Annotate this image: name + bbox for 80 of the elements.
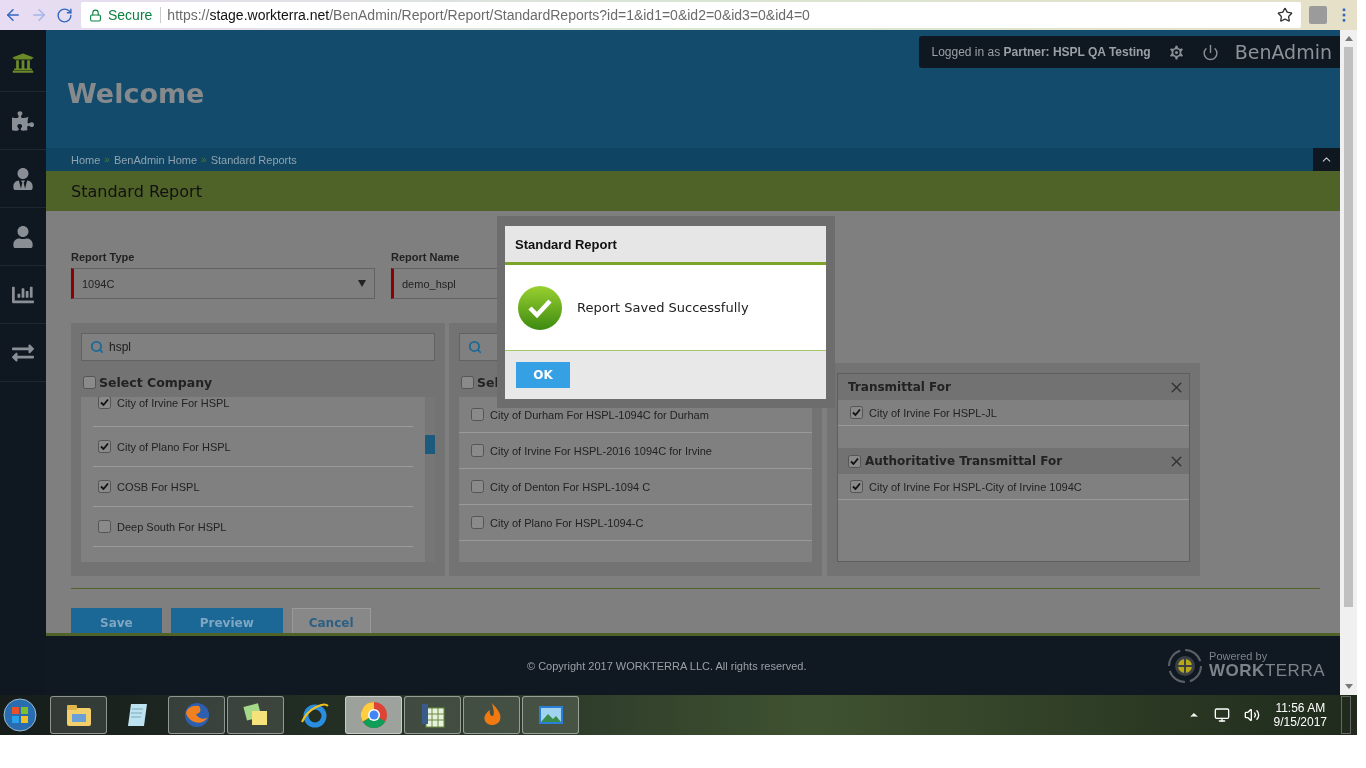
plan-name: City of Plano For HSPL-1094-C [490, 516, 644, 529]
checkbox[interactable] [471, 480, 484, 493]
success-check-icon [517, 284, 563, 331]
reload-button[interactable] [56, 6, 73, 24]
home-icon [12, 51, 34, 74]
company-name: COSB For HSPL [117, 480, 200, 493]
back-button[interactable] [4, 6, 22, 24]
ok-button[interactable]: OK [516, 362, 570, 388]
taskbar-button[interactable] [404, 696, 461, 734]
breadcrumb-separator: » [104, 154, 110, 165]
checkbox[interactable] [83, 375, 96, 389]
clock-time: 11:56 AM [1275, 701, 1326, 715]
welcome-title: Welcome [67, 77, 205, 109]
speaker-icon[interactable] [1243, 707, 1260, 723]
checkbox[interactable] [461, 375, 474, 389]
report-type-select[interactable]: 1094C [71, 268, 375, 299]
start-button[interactable] [2, 697, 38, 733]
dialog-title: Standard Report [505, 226, 826, 265]
security-label: Secure [108, 7, 162, 23]
lock-icon [89, 8, 102, 22]
field-label: Report Type [71, 251, 136, 263]
checkbox[interactable] [98, 440, 111, 453]
page-title: Standard Report [46, 171, 1340, 211]
section-title: Transmittal For [848, 380, 952, 394]
search-icon [90, 340, 104, 354]
page-scrollbar[interactable] [1340, 30, 1357, 695]
copyright-text: © Copyright 2017 WORKTERRA LLC. All rights reserved. [527, 659, 807, 672]
taskbar-button[interactable] [50, 696, 107, 734]
taskbar-button[interactable] [227, 696, 284, 734]
checkbox[interactable] [471, 444, 484, 457]
search-icon [468, 340, 482, 354]
bookmark-star-icon[interactable] [1277, 7, 1293, 23]
company-name: City of Irvine For HSPL [117, 397, 230, 409]
caret-icon [358, 280, 366, 287]
field-label: Report Name [391, 251, 461, 263]
url-text: https://stage.workterra.net/BenAdmin/Report/Report/StandardReports?id=1&id1=0&id2=0&id3=0&id4=0 [167, 7, 811, 23]
puzzle-icon [12, 109, 34, 132]
panel-heading: Select Company [99, 374, 213, 390]
breadcrumb-link[interactable]: Home [71, 153, 101, 166]
checkbox[interactable] [471, 516, 484, 529]
plan-name: City of Denton For HSPL-1094 C [490, 480, 651, 493]
address-bar[interactable]: Secure https://stage.workterra.net/BenAdmin/Report/Report/StandardReports?id=1&id1=0&id2=0&id3=0&id4=0 [81, 2, 1301, 28]
action-button[interactable]: Preview [170, 608, 283, 633]
checkbox[interactable] [471, 408, 484, 421]
action-button[interactable]: Save [71, 608, 162, 633]
network-icon[interactable] [1213, 707, 1230, 723]
show-desktop-button[interactable] [1341, 696, 1351, 734]
checkbox[interactable] [98, 520, 111, 533]
breadcrumb-link[interactable]: Standard Reports [210, 153, 297, 166]
checkbox[interactable] [98, 480, 111, 493]
wheel-icon [358, 700, 389, 730]
app-name: BenAdmin [1234, 41, 1332, 63]
scroll-down-icon[interactable] [1344, 684, 1353, 689]
collapse-button[interactable] [1313, 148, 1340, 171]
checkbox[interactable] [850, 480, 863, 493]
search-field[interactable]: hspl [81, 333, 435, 361]
target-logo-icon [1167, 647, 1204, 684]
dialog-message: Report Saved Successfully [577, 300, 749, 315]
company-name: City of Plano For HSPL [117, 440, 231, 453]
checkbox[interactable] [850, 406, 863, 419]
logged-in-text: Logged in as Partner: HSPL QA Testing [931, 45, 1151, 59]
checkbox[interactable] [848, 454, 861, 468]
transmittal-item: City of Irvine For HSPL-City of Irvine 1094C [869, 480, 1082, 493]
transmittal-item: City of Irvine For HSPL-JL [869, 406, 997, 419]
user-icon [12, 225, 34, 248]
power-icon[interactable] [1201, 43, 1219, 61]
taskbar-button[interactable] [522, 696, 579, 734]
breadcrumb-separator: » [201, 154, 207, 165]
breadcrumb-link[interactable]: BenAdmin Home [113, 153, 198, 166]
exchange-arrows-icon [12, 341, 34, 364]
company-name: Deep South For HSPL [117, 520, 227, 533]
section-title: Authoritative Transmittal For [865, 454, 1064, 468]
clock-date: 9/15/2017 [1273, 715, 1327, 729]
plan-name: City of Durham For HSPL-1094C for Durham [490, 408, 709, 421]
brand-name: WORKTERRA [1209, 662, 1325, 681]
clock[interactable]: 11:56 AM 9/15/2017 [1273, 701, 1327, 729]
checkbox[interactable] [98, 397, 111, 409]
plan-name: City of Irvine For HSPL-2016 1094C for Irvine [490, 444, 712, 457]
powered-by-text: Powered by [1209, 650, 1269, 663]
scroll-up-icon[interactable] [1344, 36, 1353, 41]
